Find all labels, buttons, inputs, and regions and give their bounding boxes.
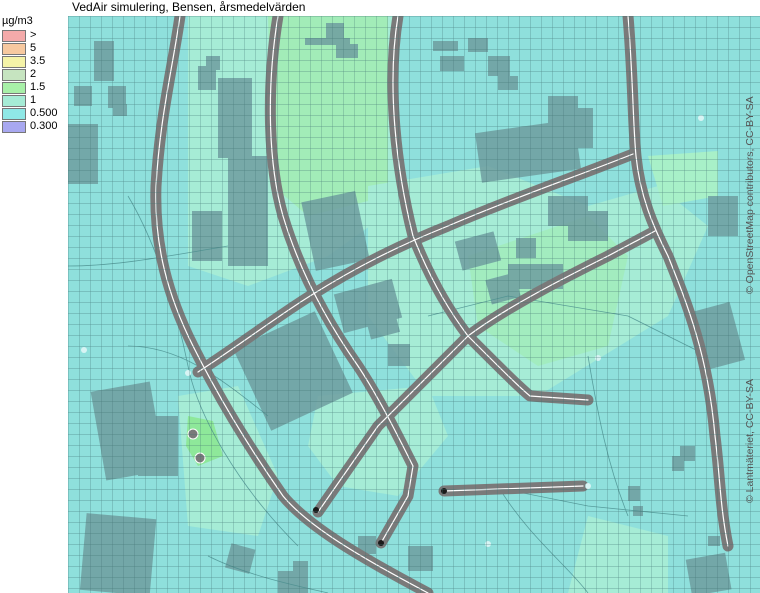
map-canvas[interactable] (68, 16, 760, 593)
legend-label: 2 (30, 68, 37, 80)
legend-swatch (2, 56, 26, 68)
legend-label: 5 (30, 42, 37, 54)
legend-label: 0.500 (30, 107, 58, 119)
legend-label: > (30, 29, 37, 41)
osm-attribution: © OpenStreetMap contributors, CC-BY-SA (744, 96, 756, 294)
legend-swatch (2, 108, 26, 120)
legend-swatch (2, 82, 26, 94)
legend-swatch (2, 95, 26, 107)
legend-label: 1.5 (30, 81, 46, 93)
lm-attribution: © Lantmäteriet, CC-BY-SA (744, 378, 756, 503)
legend-swatch (2, 43, 26, 55)
map-view[interactable]: © OpenStreetMap contributors, CC-BY-SA ©… (68, 16, 760, 593)
legend-item: 0.300 (2, 120, 68, 134)
legend-label: 1 (30, 94, 37, 106)
legend-unit: µg/m3 (2, 15, 33, 27)
legend-label: 0.300 (30, 120, 58, 132)
legend-swatch (2, 30, 26, 42)
legend-swatch (2, 121, 26, 133)
page-title: VedAir simulering, Bensen, årsmedelvärde… (72, 0, 306, 14)
calculation-grid (68, 16, 760, 593)
legend-swatch (2, 69, 26, 81)
legend-label: 3.5 (30, 55, 46, 67)
